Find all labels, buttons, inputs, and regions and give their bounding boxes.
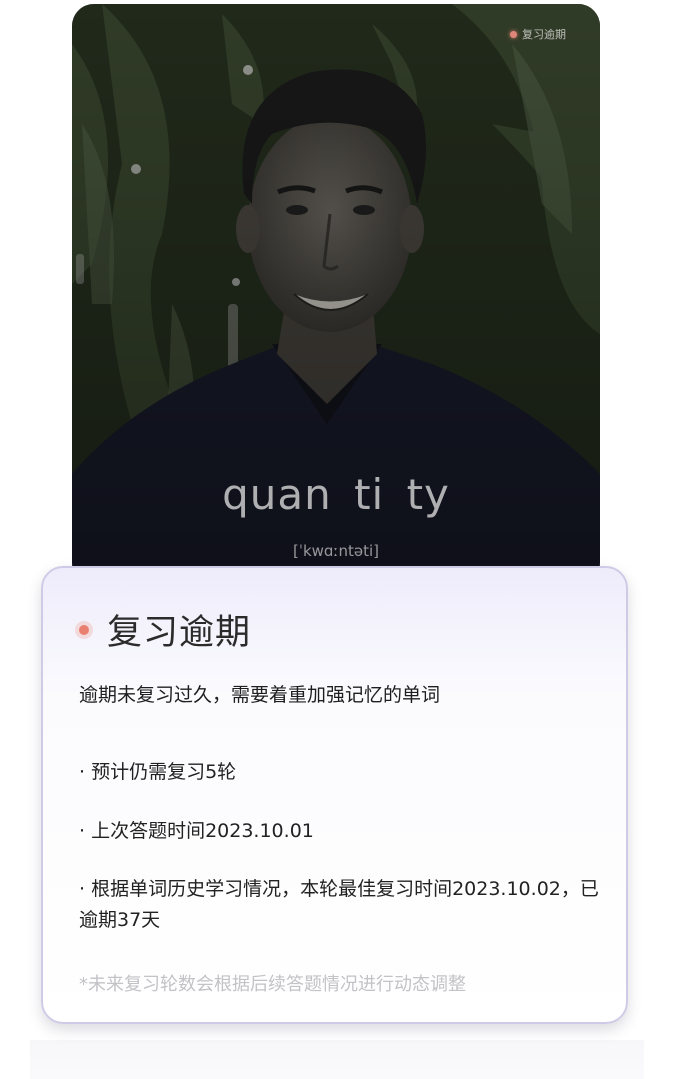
red-dot-icon: [79, 624, 89, 635]
card-subtitle: 逾期未复习过久，需要着重加强记忆的单词: [79, 684, 441, 706]
footnote: *未来复习轮数会根据后续答题情况进行动态调整: [79, 974, 466, 995]
info-bullet-best-review-time: · 根据单词历史学习情况，本轮最佳复习时间2023.10.02，已逾期37天: [79, 878, 599, 931]
review-status-card: 复习逾期 逾期未复习过久，需要着重加强记忆的单词 · 预计仍需复习5轮 · 上次…: [41, 566, 628, 1024]
info-bullet-last-answer-time: · 上次答题时间2023.10.01: [79, 820, 314, 842]
info-bullet-remaining-rounds: · 预计仍需复习5轮: [79, 761, 237, 783]
review-overdue-badge: 复习逾期: [510, 26, 566, 42]
card-header: 复习逾期: [79, 604, 251, 655]
screen: 复习逾期 quan ti ty [ˈkwɑːntəti] 复习逾期 逾期未复习过…: [0, 0, 674, 1079]
card-title: 复习逾期: [107, 613, 252, 653]
badge-label: 复习逾期: [522, 28, 566, 41]
word-syllables: quan ti ty: [222, 470, 450, 519]
word-photo-card[interactable]: 复习逾期 quan ti ty [ˈkwɑːntəti]: [72, 4, 600, 584]
red-dot-icon: [510, 30, 517, 38]
word-phonetic: [ˈkwɑːntəti]: [292, 542, 380, 560]
background-strip: [30, 1040, 644, 1079]
